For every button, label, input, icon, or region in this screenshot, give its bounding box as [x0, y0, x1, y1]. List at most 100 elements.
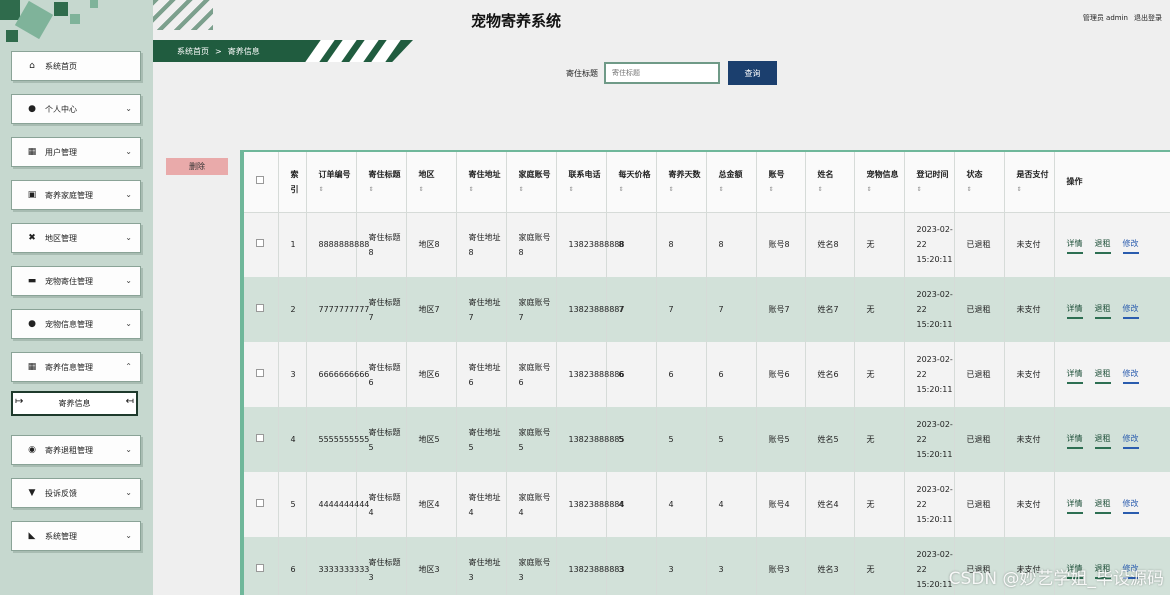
search-input[interactable]: [604, 62, 720, 84]
row-checkbox[interactable]: [256, 369, 264, 377]
column-header-5[interactable]: 寄住地址 ⇕: [456, 152, 507, 213]
column-header-label: 寄养天数: [668, 169, 701, 179]
breadcrumb-home[interactable]: 系统首页: [177, 46, 209, 57]
breadcrumb-separator: >: [215, 46, 222, 56]
sidebar-item-1[interactable]: ● 个人中心 ⌄: [11, 94, 141, 124]
detail-link[interactable]: 详情: [1066, 366, 1083, 384]
checkout-link[interactable]: 退租: [1094, 236, 1111, 254]
table-cell: 5: [706, 407, 757, 472]
chevron-down-icon[interactable]: ⌄: [125, 531, 132, 540]
sidebar-item-5[interactable]: ▬ 宠物寄住管理 ⌄: [11, 266, 141, 296]
chevron-up-icon[interactable]: ⌃: [125, 362, 132, 371]
sort-icon[interactable]: ⇕: [669, 182, 706, 197]
sort-icon[interactable]: ⇕: [1017, 182, 1054, 197]
chevron-down-icon[interactable]: ⌄: [125, 233, 132, 242]
sort-icon[interactable]: ⇕: [967, 182, 1004, 197]
column-header-9[interactable]: 寄养天数 ⇕: [656, 152, 707, 213]
detail-link[interactable]: 详情: [1066, 301, 1083, 319]
column-header-4[interactable]: 地区 ⇕: [406, 152, 457, 213]
sidebar-item-0[interactable]: ⌂ 系统首页: [11, 51, 141, 81]
column-header-11[interactable]: 账号 ⇕: [756, 152, 806, 213]
sort-icon[interactable]: ⇕: [619, 182, 656, 197]
column-header-7[interactable]: 联系电话 ⇕: [556, 152, 607, 213]
sort-icon[interactable]: ⇕: [917, 182, 954, 197]
row-checkbox[interactable]: [256, 434, 264, 442]
table-cell: 已退租: [954, 472, 1005, 537]
chevron-down-icon[interactable]: ⌄: [125, 276, 132, 285]
sort-icon[interactable]: ⇕: [769, 182, 805, 197]
column-header-16[interactable]: 是否支付 ⇕: [1004, 152, 1055, 213]
table-cell: 3: [706, 537, 757, 595]
sidebar-item-label: 寄养信息管理: [45, 362, 93, 372]
table-cell: 未支付: [1004, 342, 1055, 407]
sidebar-item-8[interactable]: ◉ 寄养退租管理 ⌄: [11, 435, 141, 465]
edit-link[interactable]: 修改: [1122, 366, 1139, 384]
table-cell: 8: [656, 212, 707, 277]
edit-link[interactable]: 修改: [1122, 431, 1139, 449]
sidebar-item-2[interactable]: ▦ 用户管理 ⌄: [11, 137, 141, 167]
logout-link[interactable]: 退出登录: [1134, 13, 1162, 23]
sidebar-item-6[interactable]: ● 宠物信息管理 ⌄: [11, 309, 141, 339]
sidebar-item-9[interactable]: ▼ 投诉反馈 ⌄: [11, 478, 141, 508]
column-header-10[interactable]: 总金额 ⇕: [706, 152, 757, 213]
detail-link[interactable]: 详情: [1066, 496, 1083, 514]
sort-icon[interactable]: ⇕: [369, 182, 406, 197]
sidebar-item-10[interactable]: ◣ 系统管理 ⌄: [11, 521, 141, 551]
checkout-link[interactable]: 退租: [1094, 496, 1111, 514]
sort-icon[interactable]: ⇕: [519, 182, 556, 197]
checkout-link[interactable]: 退租: [1094, 366, 1111, 384]
select-all-checkbox[interactable]: [256, 176, 264, 185]
chevron-down-icon[interactable]: ⌄: [125, 445, 132, 454]
edit-link[interactable]: 修改: [1122, 301, 1139, 319]
column-header-12[interactable]: 姓名 ⇕: [805, 152, 855, 213]
sort-icon[interactable]: ⇕: [469, 182, 506, 197]
chevron-down-icon[interactable]: ⌄: [125, 488, 132, 497]
sort-icon[interactable]: ⇕: [818, 182, 854, 197]
row-checkbox[interactable]: [256, 499, 264, 507]
column-header-17[interactable]: 操作: [1054, 152, 1170, 213]
sidebar-item-label: 宠物信息管理: [45, 319, 93, 329]
column-header-6[interactable]: 家庭账号 ⇕: [506, 152, 557, 213]
column-header-2[interactable]: 订单编号 ⇕: [306, 152, 357, 213]
detail-link[interactable]: 详情: [1066, 236, 1083, 254]
submenu-item-foster-info[interactable]: ↦ 寄养信息 ↤: [11, 391, 138, 416]
table-cell: 8: [706, 212, 757, 277]
edit-link[interactable]: 修改: [1122, 236, 1139, 254]
sort-icon[interactable]: ⇕: [867, 182, 904, 197]
column-header-14[interactable]: 登记时间 ⇕: [904, 152, 955, 213]
table-cell: 姓名8: [805, 212, 855, 277]
checkout-link[interactable]: 退租: [1094, 301, 1111, 319]
sort-icon[interactable]: ⇕: [419, 182, 456, 197]
detail-link[interactable]: 详情: [1066, 431, 1083, 449]
table-cell: 13823888888: [556, 212, 625, 277]
edit-link[interactable]: 修改: [1122, 496, 1139, 514]
sort-icon[interactable]: ⇕: [319, 182, 356, 197]
chevron-down-icon[interactable]: ⌄: [125, 104, 132, 113]
sidebar-item-4[interactable]: ✖ 地区管理 ⌄: [11, 223, 141, 253]
sidebar-item-7[interactable]: ▦ 寄养信息管理 ⌃: [11, 352, 141, 382]
sort-icon[interactable]: ⇕: [719, 182, 756, 197]
column-header-8[interactable]: 每天价格 ⇕: [606, 152, 657, 213]
chevron-down-icon[interactable]: ⌄: [125, 190, 132, 199]
clipboard-icon: ▣: [27, 190, 37, 200]
column-header-15[interactable]: 状态 ⇕: [954, 152, 1005, 213]
breadcrumb-current: 寄养信息: [227, 46, 260, 56]
sidebar-item-3[interactable]: ▣ 寄养家庭管理 ⌄: [11, 180, 141, 210]
column-header-3[interactable]: 寄住标题 ⇕: [356, 152, 407, 213]
column-header-0[interactable]: [244, 152, 279, 213]
table-cell: 2: [278, 277, 307, 342]
chevron-down-icon[interactable]: ⌄: [125, 147, 132, 156]
row-checkbox[interactable]: [256, 239, 264, 248]
row-checkbox[interactable]: [256, 304, 264, 312]
column-header-13[interactable]: 宠物信息 ⇕: [854, 152, 905, 213]
chevron-down-icon[interactable]: ⌄: [125, 319, 132, 328]
table-cell: 4444444444: [306, 472, 369, 537]
column-header-1[interactable]: 索引: [278, 152, 307, 213]
checkout-link[interactable]: 退租: [1094, 431, 1111, 449]
delete-button[interactable]: 删除: [166, 158, 228, 175]
user-icon: ●: [28, 104, 36, 114]
row-checkbox[interactable]: [256, 564, 264, 572]
sort-icon[interactable]: ⇕: [569, 182, 606, 197]
search-button[interactable]: 查询: [728, 61, 777, 85]
table-cell: 13823888884: [556, 472, 625, 537]
